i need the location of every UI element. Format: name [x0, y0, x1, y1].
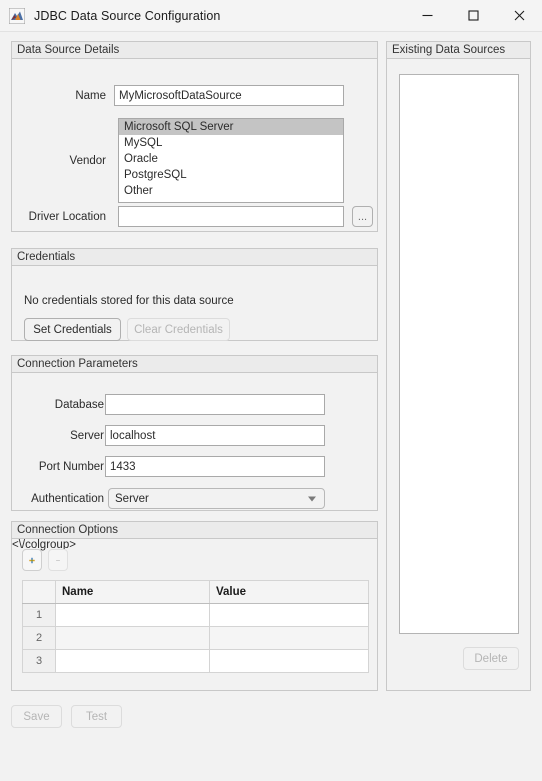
vendor-option-microsoft-sql-server[interactable]: Microsoft SQL Server: [119, 119, 343, 135]
authentication-dropdown[interactable]: Server: [108, 488, 325, 509]
connection-options-body: <\/colgroup> Name Value 1 2 3: [12, 539, 377, 691]
row-index: 2: [22, 626, 56, 650]
cell-name[interactable]: [55, 603, 210, 627]
minus-icon: [56, 559, 60, 561]
connection-options-title: Connection Options: [12, 522, 377, 539]
vendor-option-postgresql[interactable]: PostgreSQL: [119, 167, 343, 183]
cell-name[interactable]: [55, 649, 210, 673]
table-row[interactable]: 2: [22, 626, 369, 650]
clear-credentials-button: Clear Credentials: [127, 318, 230, 341]
data-source-details-panel: Data Source Details Name Vendor Microsof…: [11, 41, 378, 232]
driver-location-label: Driver Location: [28, 211, 106, 223]
vendor-label: Vendor: [69, 155, 106, 167]
credentials-body: No credentials stored for this data sour…: [12, 266, 377, 341]
port-number-label: Port Number: [38, 461, 104, 473]
credentials-status-text: No credentials stored for this data sour…: [24, 295, 234, 307]
table-row[interactable]: 1: [22, 603, 369, 627]
table-row[interactable]: 3: [22, 649, 369, 673]
connection-parameters-title: Connection Parameters: [12, 356, 377, 373]
column-header-value: Value: [209, 580, 369, 604]
vendor-option-other[interactable]: Other: [119, 183, 343, 199]
maximize-icon[interactable]: [450, 0, 496, 31]
test-button: Test: [71, 705, 122, 728]
remove-option-button: [48, 549, 68, 571]
connection-options-panel: Connection Options <\/colgroup> Name Val…: [11, 521, 378, 691]
database-input[interactable]: [105, 394, 325, 415]
cell-value[interactable]: [209, 649, 369, 673]
credentials-panel: Credentials No credentials stored for th…: [11, 248, 378, 341]
database-label: Database: [54, 399, 104, 411]
plus-icon: [29, 557, 35, 563]
cell-name[interactable]: [55, 626, 210, 650]
data-source-details-title: Data Source Details: [12, 42, 377, 59]
driver-location-browse-button[interactable]: ...: [352, 206, 373, 227]
table-header-row: Name Value: [22, 580, 369, 604]
column-header-name: Name: [55, 580, 210, 604]
credentials-title: Credentials: [12, 249, 377, 266]
delete-button: Delete: [463, 647, 519, 670]
window-titlebar: JDBC Data Source Configuration: [0, 0, 542, 32]
name-label: Name: [75, 90, 106, 102]
row-index: 3: [22, 649, 56, 673]
name-input[interactable]: [114, 85, 344, 106]
minimize-icon[interactable]: [404, 0, 450, 31]
column-header-index: [22, 580, 56, 604]
save-button: Save: [11, 705, 62, 728]
matlab-membrane-icon: [8, 7, 26, 24]
data-source-details-body: Name Vendor Microsoft SQL Server MySQL O…: [12, 59, 377, 232]
chevron-down-icon: [308, 496, 316, 501]
authentication-label: Authentication: [31, 493, 104, 505]
add-option-button[interactable]: [22, 549, 42, 571]
window-controls: [404, 0, 542, 31]
existing-data-sources-listbox[interactable]: [399, 74, 519, 634]
cell-value[interactable]: [209, 603, 369, 627]
vendor-listbox[interactable]: Microsoft SQL Server MySQL Oracle Postgr…: [118, 118, 344, 203]
existing-data-sources-panel: Existing Data Sources Delete: [386, 41, 531, 691]
connection-options-table[interactable]: Name Value 1 2 3: [22, 580, 369, 673]
driver-location-input[interactable]: [118, 206, 344, 227]
row-index: 1: [22, 603, 56, 627]
vendor-option-oracle[interactable]: Oracle: [119, 151, 343, 167]
port-number-input[interactable]: [105, 456, 325, 477]
authentication-selected-value: Server: [115, 492, 149, 505]
vendor-option-mysql[interactable]: MySQL: [119, 135, 343, 151]
window-title: JDBC Data Source Configuration: [34, 8, 221, 23]
server-input[interactable]: [105, 425, 325, 446]
set-credentials-button[interactable]: Set Credentials: [24, 318, 121, 341]
close-icon[interactable]: [496, 0, 542, 31]
connection-parameters-panel: Connection Parameters Database Server Po…: [11, 355, 378, 511]
connection-parameters-body: Database Server Port Number Authenticati…: [12, 373, 377, 511]
existing-data-sources-title: Existing Data Sources: [387, 42, 530, 59]
server-label: Server: [70, 430, 104, 442]
existing-data-sources-body: Delete: [387, 59, 530, 691]
cell-value[interactable]: [209, 626, 369, 650]
